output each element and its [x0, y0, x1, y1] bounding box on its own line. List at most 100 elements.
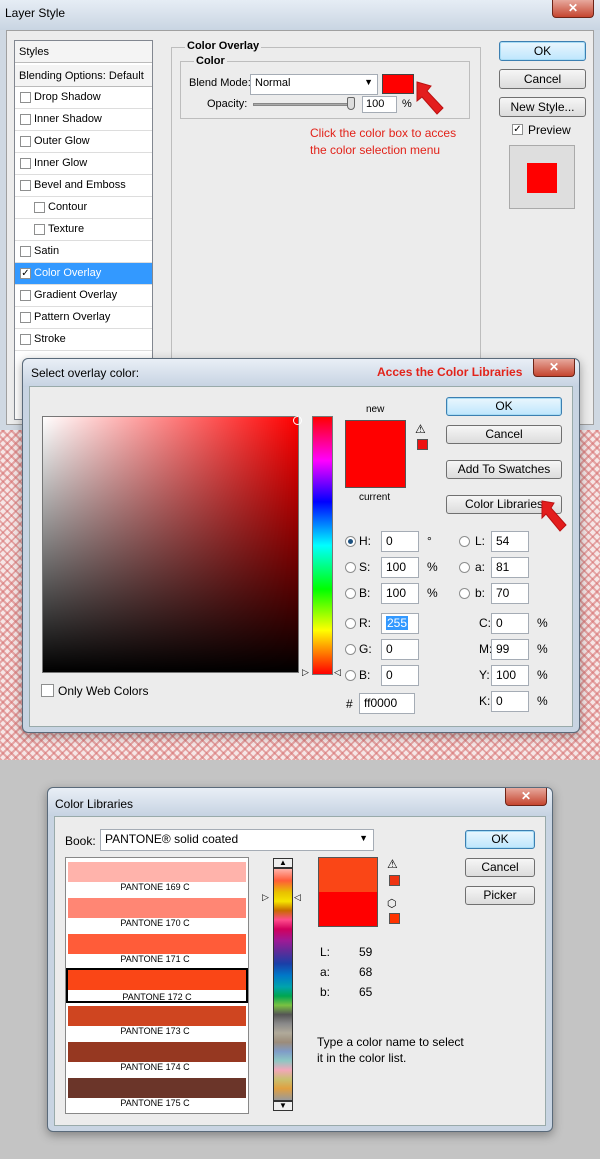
- blend-mode-select[interactable]: Normal ▼: [250, 74, 378, 95]
- hue-slider[interactable]: [312, 416, 333, 675]
- swatch-color: [68, 898, 246, 918]
- swatch-row[interactable]: PANTONE 171 C: [66, 932, 248, 967]
- gamut-color-chip[interactable]: [389, 875, 400, 886]
- radio-b[interactable]: [459, 588, 470, 599]
- color-picker-close-button[interactable]: ✕: [533, 359, 575, 377]
- style-item-contour[interactable]: Contour: [15, 197, 152, 219]
- only-web-colors-checkbox[interactable]: [41, 684, 54, 697]
- style-item-checkbox[interactable]: [34, 224, 45, 235]
- style-item-checkbox[interactable]: [20, 114, 31, 125]
- color-picker-titlebar[interactable]: Select overlay color: Acces the Color Li…: [23, 359, 579, 387]
- style-item-stroke[interactable]: Stroke: [15, 329, 152, 351]
- radio-s[interactable]: [345, 562, 356, 573]
- web-safe-cube-icon[interactable]: ⬡: [387, 897, 397, 910]
- new-style-button[interactable]: New Style...: [499, 97, 586, 117]
- value-r: 255: [386, 616, 409, 630]
- styles-header[interactable]: Styles: [15, 41, 152, 63]
- swatch-list[interactable]: PANTONE 169 C PANTONE 170 C PANTONE 171 C P…: [65, 857, 249, 1114]
- input-c[interactable]: 0: [491, 613, 529, 634]
- input-b[interactable]: 100: [381, 583, 419, 604]
- picker-ok-button[interactable]: OK: [446, 397, 562, 416]
- layer-style-cancel-button[interactable]: Cancel: [499, 69, 586, 89]
- style-item-checkbox[interactable]: ✓: [20, 268, 31, 279]
- style-item-checkbox[interactable]: [20, 334, 31, 345]
- style-item-gradient-overlay[interactable]: Gradient Overlay: [15, 285, 152, 307]
- style-item-texture[interactable]: Texture: [15, 219, 152, 241]
- opacity-slider-track[interactable]: [253, 103, 355, 106]
- radio-r[interactable]: [345, 618, 356, 629]
- style-item-checkbox[interactable]: [34, 202, 45, 213]
- input-bv[interactable]: 0: [381, 665, 419, 686]
- layer-style-close-button[interactable]: ✕: [552, 0, 594, 18]
- style-item-drop-shadow[interactable]: Drop Shadow: [15, 87, 152, 109]
- radio-g[interactable]: [345, 644, 356, 655]
- style-item-bevel-and-emboss[interactable]: Bevel and Emboss: [15, 175, 152, 197]
- saturation-brightness-field[interactable]: [42, 416, 299, 673]
- swatch-row[interactable]: PANTONE 174 C: [66, 1040, 248, 1075]
- gamut-warning-icon[interactable]: ⚠: [415, 422, 426, 436]
- styles-header-label: Styles: [19, 46, 49, 58]
- book-select[interactable]: PANTONE® solid coated ▼: [100, 829, 374, 851]
- style-item-checkbox[interactable]: [20, 92, 31, 103]
- style-item-color-overlay[interactable]: ✓ Color Overlay: [15, 263, 152, 285]
- style-item-checkbox[interactable]: [20, 180, 31, 191]
- preview-checkbox[interactable]: ✓: [512, 124, 523, 135]
- hue-pointer-icon[interactable]: ◁: [334, 667, 341, 678]
- blend-mode-label: Blend Mode:: [189, 77, 251, 89]
- input-r[interactable]: 255: [381, 613, 419, 634]
- input-s[interactable]: 100: [381, 557, 419, 578]
- radio-l[interactable]: [459, 536, 470, 547]
- hex-input[interactable]: ff0000: [359, 693, 415, 714]
- input-l[interactable]: 54: [491, 531, 529, 552]
- swatch-row[interactable]: PANTONE 169 C: [66, 860, 248, 895]
- style-item-satin[interactable]: Satin: [15, 241, 152, 263]
- color-libraries-close-button[interactable]: ✕: [505, 788, 547, 806]
- input-m[interactable]: 99: [491, 639, 529, 660]
- layer-style-ok-button[interactable]: OK: [499, 41, 586, 61]
- style-item-checkbox[interactable]: [20, 246, 31, 257]
- input-a[interactable]: 81: [491, 557, 529, 578]
- library-ok-button[interactable]: OK: [465, 830, 535, 849]
- overlay-color-swatch[interactable]: [382, 74, 414, 94]
- gamut-warning-icon[interactable]: ⚠: [387, 857, 398, 871]
- style-item-checkbox[interactable]: [20, 136, 31, 147]
- style-item-checkbox[interactable]: [20, 290, 31, 301]
- library-current-swatch[interactable]: [318, 892, 378, 927]
- radio-a[interactable]: [459, 562, 470, 573]
- style-item-inner-glow[interactable]: Inner Glow: [15, 153, 152, 175]
- add-to-swatches-button[interactable]: Add To Swatches: [446, 460, 562, 479]
- style-item-pattern-overlay[interactable]: Pattern Overlay: [15, 307, 152, 329]
- library-spectrum-strip[interactable]: [273, 868, 293, 1101]
- web-safe-color-chip[interactable]: [389, 913, 400, 924]
- swatch-row[interactable]: PANTONE 173 C: [66, 1004, 248, 1039]
- style-item-checkbox[interactable]: [20, 158, 31, 169]
- style-item-outer-glow[interactable]: Outer Glow: [15, 131, 152, 153]
- input-k[interactable]: 0: [491, 691, 529, 712]
- unit-c: %: [537, 616, 548, 630]
- library-picker-button[interactable]: Picker: [465, 886, 535, 905]
- swatch-row[interactable]: PANTONE 175 C: [66, 1076, 248, 1111]
- color-field-cursor[interactable]: [293, 416, 302, 425]
- input-b[interactable]: 70: [491, 583, 529, 604]
- opacity-slider-handle[interactable]: [347, 97, 355, 110]
- current-color-swatch[interactable]: [345, 454, 406, 488]
- picker-cancel-button[interactable]: Cancel: [446, 425, 562, 444]
- radio-bv[interactable]: [345, 670, 356, 681]
- radio-b[interactable]: [345, 588, 356, 599]
- blending-options-item[interactable]: Blending Options: Default: [15, 65, 152, 87]
- radio-h[interactable]: [345, 536, 356, 547]
- input-y[interactable]: 100: [491, 665, 529, 686]
- swatch-row[interactable]: PANTONE 170 C: [66, 896, 248, 931]
- input-g[interactable]: 0: [381, 639, 419, 660]
- library-scroll-up-icon[interactable]: ▲: [273, 858, 293, 868]
- input-h[interactable]: 0: [381, 531, 419, 552]
- layer-style-titlebar[interactable]: Layer Style ✕: [0, 0, 600, 30]
- gamut-color-chip[interactable]: [417, 439, 428, 450]
- library-cancel-button[interactable]: Cancel: [465, 858, 535, 877]
- color-libraries-titlebar[interactable]: Color Libraries ✕: [48, 788, 552, 816]
- swatch-row[interactable]: PANTONE 172 C: [66, 968, 248, 1003]
- style-item-inner-shadow[interactable]: Inner Shadow: [15, 109, 152, 131]
- style-item-checkbox[interactable]: [20, 312, 31, 323]
- opacity-input[interactable]: 100: [362, 96, 397, 113]
- library-scroll-down-icon[interactable]: ▼: [273, 1101, 293, 1111]
